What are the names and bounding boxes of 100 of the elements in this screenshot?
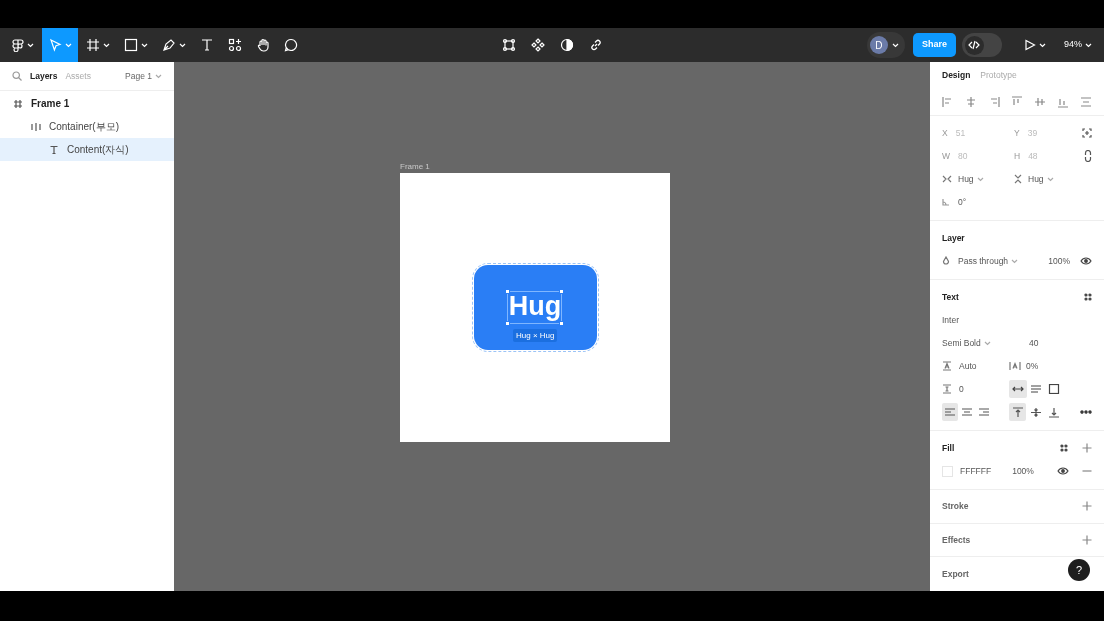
- resize-mode-button[interactable]: [1009, 380, 1027, 399]
- field-label: Fill: [942, 442, 955, 455]
- selected-text[interactable]: Hug: [507, 287, 563, 325]
- layer-name: Container(부모): [49, 120, 120, 134]
- add-button[interactable]: [1082, 501, 1092, 512]
- dev-mode-toggle[interactable]: [962, 33, 1002, 57]
- align-icon: [942, 95, 954, 108]
- text-icon: [200, 38, 214, 52]
- align-center-icon: [961, 407, 973, 418]
- resize-handle[interactable]: [505, 321, 510, 326]
- caret-icon: [1039, 42, 1046, 48]
- add-button[interactable]: [1082, 443, 1092, 454]
- align-icon: [1034, 95, 1046, 108]
- more-button[interactable]: [1080, 410, 1092, 415]
- field-label: Effects: [942, 533, 971, 547]
- paragraph-spacing-field[interactable]: 0: [959, 383, 964, 396]
- field-label: X: [942, 127, 948, 140]
- angle-icon: [942, 198, 950, 207]
- line-height-field[interactable]: Auto: [959, 360, 977, 373]
- styles-icon: [1084, 293, 1092, 302]
- caret-icon: [65, 42, 72, 48]
- hex-field[interactable]: FFFFFF: [960, 465, 992, 478]
- align-icon: [965, 95, 977, 108]
- horizontal-resize-icon: [942, 175, 952, 184]
- fixed-icon: [1048, 384, 1060, 395]
- code-icon: [968, 40, 981, 50]
- font-size-field[interactable]: 40: [1029, 337, 1039, 350]
- component-button[interactable]: [531, 38, 545, 52]
- font-weight-dropdown[interactable]: Semi Bold: [942, 337, 991, 350]
- letter-spacing-field[interactable]: 0%: [1026, 360, 1039, 373]
- align-button[interactable]: [942, 95, 954, 108]
- blend-dropdown[interactable]: Pass through: [958, 255, 1019, 268]
- minus-icon: [1082, 470, 1092, 473]
- help-button[interactable]: ?: [1068, 559, 1090, 581]
- pointer-icon: [48, 38, 62, 52]
- align-bottom-icon: [1047, 406, 1060, 418]
- half-circle-icon: [560, 38, 574, 52]
- caret-icon: [27, 42, 34, 48]
- field-label: Y: [1014, 127, 1020, 140]
- contrast-button[interactable]: [560, 38, 574, 52]
- color-swatch[interactable]: [942, 465, 953, 477]
- text-icon: [49, 144, 59, 155]
- resize-handle[interactable]: [559, 321, 564, 326]
- diamond-grid-icon: [531, 38, 545, 52]
- pen-icon: [162, 38, 176, 52]
- align-right-icon: [978, 407, 990, 418]
- field-label: Export: [942, 567, 969, 581]
- opacity-field[interactable]: 100%: [1012, 465, 1034, 478]
- text-align-button[interactable]: [942, 403, 958, 422]
- plus-icon: [1082, 443, 1092, 454]
- remove-button[interactable]: [1082, 470, 1092, 473]
- layer-row[interactable]: Frame 1: [0, 92, 174, 115]
- sizing-dropdown[interactable]: Hug: [1028, 173, 1054, 186]
- component-button[interactable]: [502, 38, 516, 52]
- field-label: H: [1014, 150, 1021, 163]
- vertical-resize-icon: [1014, 174, 1022, 185]
- link-button[interactable]: [589, 38, 603, 52]
- font-family-field[interactable]: Inter: [942, 314, 959, 327]
- add-button[interactable]: [1082, 534, 1092, 545]
- align-button[interactable]: [965, 95, 977, 108]
- frame[interactable]: Hug Hug × Hug: [400, 173, 670, 442]
- align-button[interactable]: [1034, 95, 1046, 108]
- hug-container[interactable]: [474, 265, 597, 350]
- align-icon: [988, 95, 1000, 108]
- size-badge: Hug × Hug: [513, 329, 558, 342]
- caret-icon: [1011, 258, 1019, 264]
- rotation-field[interactable]: 0°: [958, 196, 967, 209]
- panel-tab[interactable]: Layers: [30, 69, 58, 83]
- sizing-dropdown[interactable]: Hug: [958, 173, 984, 186]
- auto-height-icon: [1030, 384, 1042, 395]
- eye-icon: [1080, 257, 1092, 266]
- paragraph-spacing-icon: [942, 384, 952, 395]
- field-label: Stroke: [942, 499, 969, 513]
- layer-row[interactable]: Content(자식): [0, 138, 174, 161]
- caret-icon: [976, 176, 984, 182]
- caret-icon: [1046, 176, 1054, 182]
- align-left-icon: [944, 407, 956, 418]
- logo-icon: [10, 38, 24, 52]
- link-icon: [589, 38, 603, 52]
- line-height-icon: [942, 361, 952, 372]
- align-button[interactable]: [988, 95, 1000, 108]
- field-label: Text: [942, 291, 959, 304]
- panel-tab[interactable]: Design: [942, 69, 971, 82]
- constrain-icon: [1084, 150, 1092, 163]
- align-button[interactable]: [1011, 95, 1023, 108]
- plus-icon: [1082, 534, 1092, 545]
- present-button[interactable]: [1024, 39, 1046, 51]
- layer-row[interactable]: Container(부모): [0, 115, 174, 138]
- page-dropdown[interactable]: Page 1: [125, 69, 162, 83]
- zoom-dropdown[interactable]: 94%: [1064, 38, 1092, 52]
- caret-icon: [141, 42, 148, 48]
- square-icon: [124, 38, 138, 52]
- opacity-field[interactable]: 100%: [1048, 255, 1070, 268]
- hand-icon: [256, 38, 270, 52]
- frame-label[interactable]: Frame 1: [400, 161, 430, 173]
- field-label: W: [942, 150, 951, 163]
- text-styles-button[interactable]: [1084, 293, 1092, 302]
- caret-icon: [179, 42, 186, 48]
- user-avatar[interactable]: D: [869, 36, 888, 54]
- caret-icon: [155, 73, 162, 79]
